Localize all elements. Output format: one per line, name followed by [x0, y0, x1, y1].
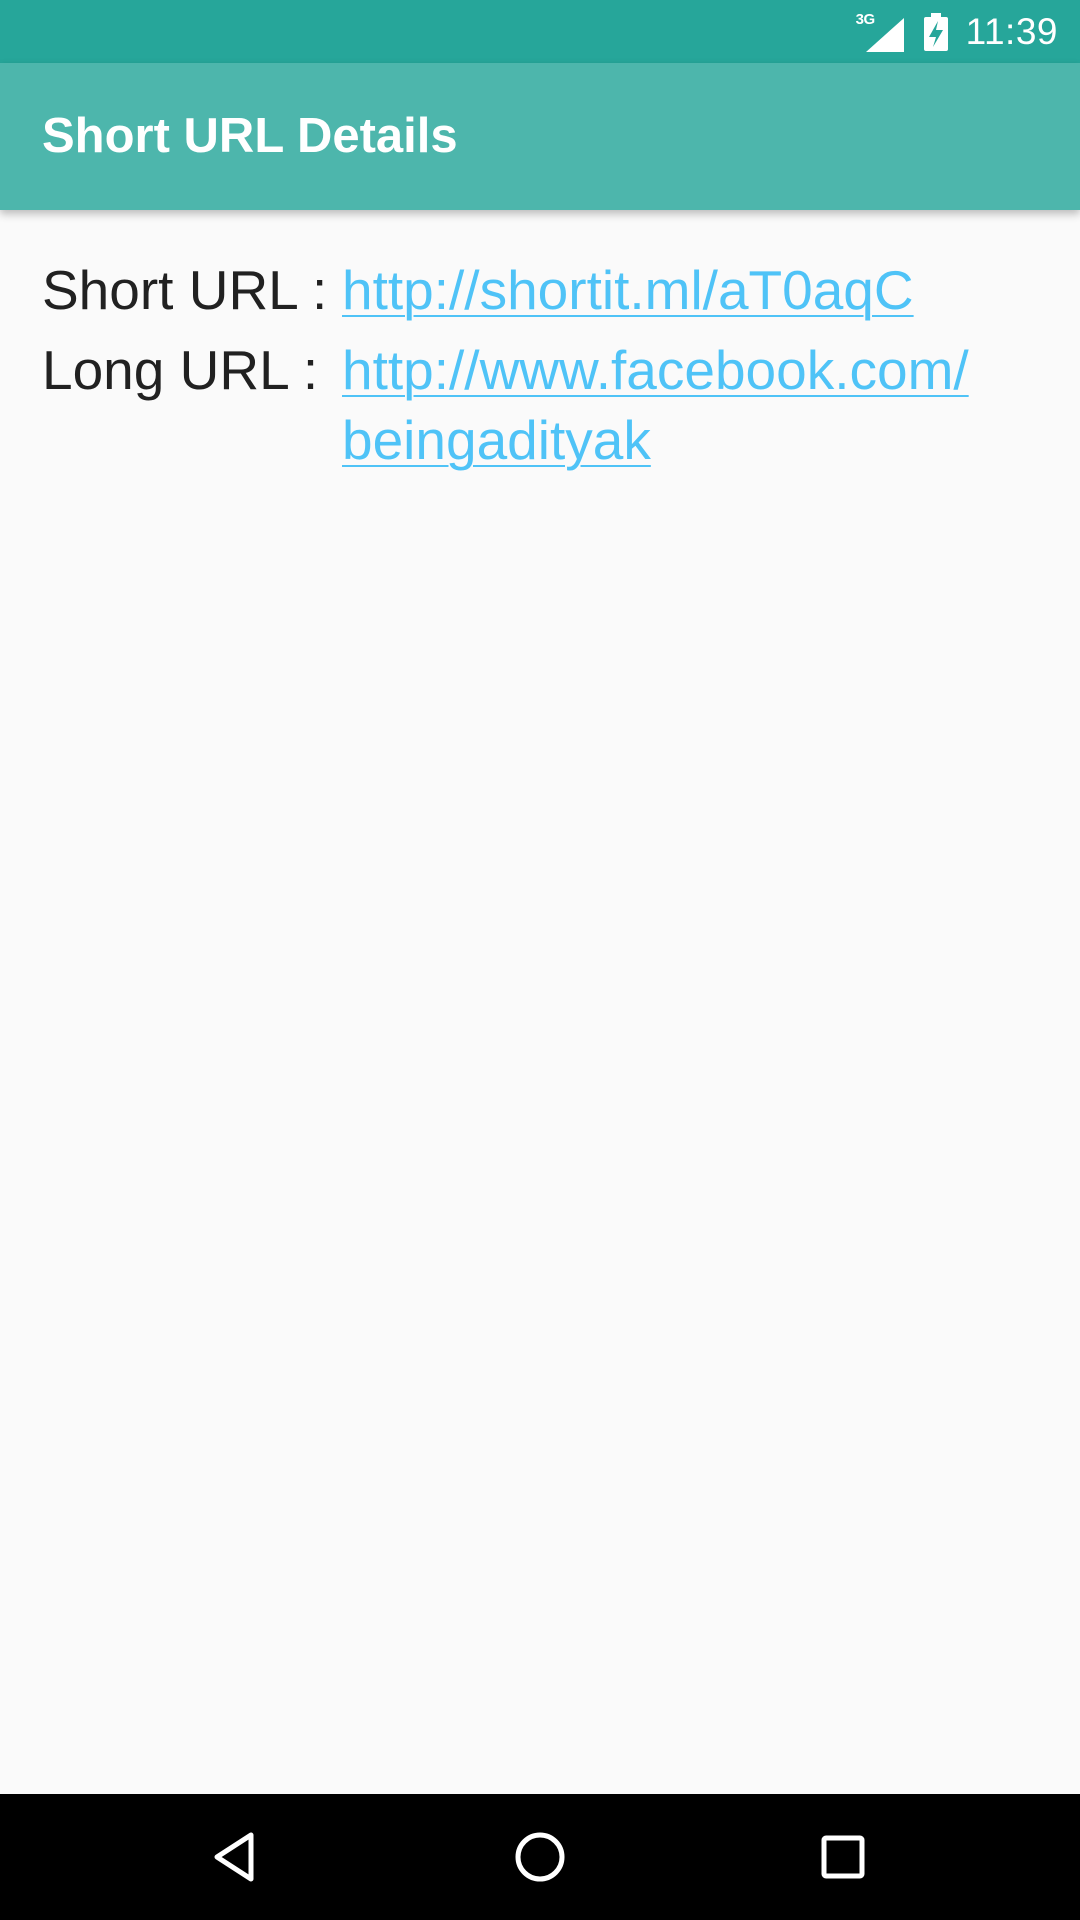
long-url-link[interactable]: http://www.facebook.com/ beingadityak — [342, 335, 1042, 475]
cell-signal-icon — [865, 17, 904, 52]
network-indicator: 3G — [856, 11, 904, 52]
short-url-link[interactable]: http://shortit.ml/aT0aqC — [342, 255, 1042, 325]
status-icons: 3G 11:39 — [856, 0, 1058, 63]
short-url-row: Short URL : http://shortit.ml/aT0aqC — [42, 255, 1042, 325]
navigation-bar — [0, 1794, 1080, 1920]
home-circle-icon — [515, 1832, 565, 1882]
long-url-label: Long URL : — [42, 339, 319, 401]
long-url-row: Long URL : http://www.facebook.com/ bein… — [42, 335, 1042, 475]
recents-button[interactable] — [813, 1827, 873, 1887]
back-triangle-icon — [214, 1832, 254, 1882]
battery-indicator — [923, 12, 948, 51]
battery-charging-icon — [923, 12, 948, 51]
home-button[interactable] — [510, 1827, 570, 1887]
status-bar: 3G 11:39 — [0, 0, 1080, 63]
back-button[interactable] — [205, 1827, 265, 1887]
long-url-line-1[interactable]: http://www.facebook.com/ — [342, 335, 1042, 405]
page-title: Short URL Details — [42, 109, 458, 163]
status-clock: 11:39 — [965, 11, 1058, 52]
long-url-line-2[interactable]: beingadityak — [342, 405, 1042, 475]
short-url-label: Short URL : — [42, 259, 328, 321]
recents-square-icon — [821, 1835, 865, 1879]
url-details: Short URL : http://shortit.ml/aT0aqC Lon… — [42, 255, 1042, 475]
app-bar: Short URL Details — [0, 63, 1080, 210]
